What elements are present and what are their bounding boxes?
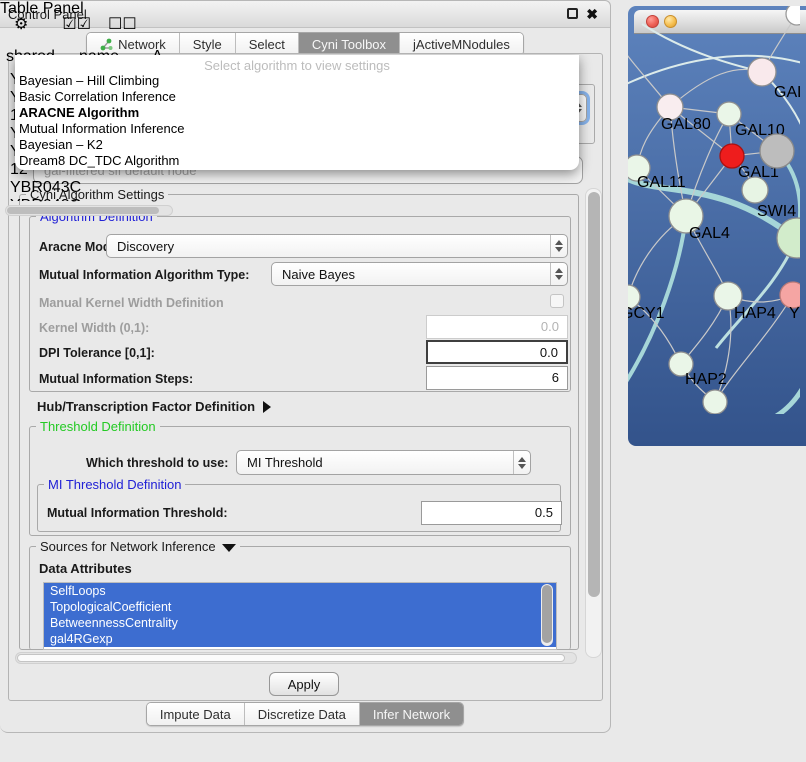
data-attributes-label: Data Attributes [39, 561, 132, 576]
aracne-mode-combobox[interactable]: Discovery [106, 234, 568, 258]
combo-stepper-icon [513, 451, 530, 474]
hub-factor-expander[interactable]: Hub/Transcription Factor Definition [37, 398, 271, 416]
tab-select[interactable]: Select [235, 33, 298, 55]
network-node-label: GCY1 [628, 305, 665, 322]
settings-vertical-scrollbar[interactable] [585, 188, 602, 658]
network-canvas[interactable]: GALGAL80GAL10GAL1GAL11SWI4GAL4GCY1HAP4YH… [628, 6, 800, 419]
table-settings-gear-icon[interactable]: ⚙ [14, 14, 28, 34]
float-window-icon[interactable] [567, 8, 578, 19]
algorithm-list-item[interactable]: Dream8 DC_TDC Algorithm [15, 153, 579, 169]
algorithm-dropdown-popup: Select algorithm to view settings Bayesi… [15, 55, 579, 170]
network-node-label: GAL11 [637, 174, 686, 191]
h-scrollbar-thumb[interactable] [17, 654, 565, 662]
expander-expanded-icon [222, 544, 236, 552]
table-cell: YBR043C [6, 179, 84, 197]
algorithm-list-item[interactable]: Bayesian – Hill Climbing [15, 73, 579, 89]
network-node-swi4[interactable] [742, 177, 768, 203]
network-node[interactable] [760, 134, 794, 168]
which-threshold-label: Which threshold to use: [86, 456, 228, 470]
network-edge[interactable] [642, 24, 762, 72]
control-panel-window: Control Panel ✖ Network Style Sel [0, 0, 611, 733]
mi-steps-label: Mutual Information Steps: [39, 372, 193, 386]
list-scrollbar[interactable] [541, 584, 553, 646]
network-node-label: GAL [774, 84, 800, 101]
network-node-label: SWI4 [757, 203, 796, 220]
bottom-tabbar: Impute Data Discretize Data Infer Networ… [0, 702, 610, 726]
mi-algorithm-type-combobox[interactable]: Naive Bayes [271, 262, 568, 286]
expander-collapsed-icon [263, 401, 271, 413]
network-node-label: Y [789, 305, 800, 322]
table-toolbar: ⚙ ☑☑ ☐☐ [14, 14, 154, 34]
manual-kernel-width-label: Manual Kernel Width Definition [39, 296, 224, 310]
data-attribute-item[interactable]: BetweennessCentrality [44, 615, 556, 631]
network-node[interactable] [703, 390, 727, 414]
combo-stepper-icon [550, 263, 567, 285]
dpi-tolerance-field[interactable]: 0.0 [426, 340, 568, 364]
tab-style[interactable]: Style [179, 33, 235, 55]
table-cell: YBR043C [6, 197, 84, 201]
select-all-checkboxes-icon[interactable]: ☑☑ [62, 14, 91, 34]
algorithm-list-item[interactable]: Mutual Information Inference [15, 121, 579, 137]
kernel-width-label: Kernel Width (0,1): [39, 321, 149, 335]
data-attribute-item[interactable]: gal4RGexp [44, 631, 556, 647]
mi-threshold-field[interactable]: 0.5 [421, 501, 562, 525]
tab-jactivemnodules[interactable]: jActiveMNodules [399, 33, 523, 55]
tab-infer-network[interactable]: Infer Network [359, 703, 463, 725]
tab-impute-data[interactable]: Impute Data [147, 703, 244, 725]
mi-algorithm-type-label: Mutual Information Algorithm Type: [39, 268, 249, 282]
mi-steps-field[interactable]: 6 [426, 366, 568, 390]
data-attribute-item[interactable]: SelfLoops [44, 583, 556, 599]
network-node-label: GAL4 [689, 225, 730, 242]
mi-threshold-label: Mutual Information Threshold: [47, 506, 228, 520]
network-node[interactable] [786, 6, 800, 25]
manual-kernel-width-checkbox[interactable] [550, 294, 564, 308]
dpi-tolerance-label: DPI Tolerance [0,1]: [39, 346, 155, 360]
which-threshold-combobox[interactable]: MI Threshold [236, 450, 531, 475]
threshold-definition-title: Threshold Definition [36, 419, 160, 434]
sources-group-title[interactable]: Sources for Network Inference [36, 539, 240, 554]
mi-threshold-title: MI Threshold Definition [44, 477, 185, 492]
data-attributes-list[interactable]: SelfLoopsTopologicalCoefficientBetweenne… [43, 582, 557, 650]
table-h-scrollbar-thumb[interactable] [7, 207, 159, 214]
table-row[interactable]: YBR043CYBR043C [6, 179, 174, 201]
network-node-gal[interactable] [748, 58, 776, 86]
application-window: Control Panel ✖ Network Style Sel [0, 0, 806, 762]
tab-discretize-data[interactable]: Discretize Data [244, 703, 359, 725]
algorithm-list-item[interactable]: Basic Correlation Inference [15, 89, 579, 105]
kernel-width-field[interactable]: 0.0 [426, 315, 568, 339]
data-attribute-item[interactable]: TopologicalCoefficient [44, 599, 556, 615]
network-node-label: HAP4 [734, 305, 776, 322]
table-horizontal-scrollbar[interactable] [5, 205, 173, 216]
dropdown-hint-text: Select algorithm to view settings [15, 55, 579, 73]
list-scrollbar-thumb[interactable] [542, 585, 552, 643]
network-node-label: GAL80 [661, 116, 711, 133]
tab-cyni-toolbox[interactable]: Cyni Toolbox [298, 33, 399, 55]
algorithm-list: Bayesian – Hill ClimbingBasic Correlatio… [15, 73, 579, 169]
network-graph: GALGAL80GAL10GAL1GAL11SWI4GAL4GCY1HAP4YH… [628, 6, 800, 414]
algorithm-list-item[interactable]: ARACNE Algorithm [15, 105, 579, 121]
close-icon[interactable]: ✖ [586, 8, 598, 20]
combo-stepper-icon [550, 235, 567, 257]
apply-button[interactable]: Apply [269, 672, 339, 696]
algorithm-list-item[interactable]: Bayesian – K2 [15, 137, 579, 153]
scrollbar-thumb[interactable] [588, 192, 600, 597]
settings-horizontal-scrollbar[interactable] [15, 652, 577, 664]
network-node-label: HAP2 [685, 371, 727, 388]
deselect-all-checkboxes-icon[interactable]: ☐☐ [108, 14, 137, 34]
network-view-window: GALGAL80GAL10GAL1GAL11SWI4GAL4GCY1HAP4YH… [628, 6, 806, 446]
cyni-toolbox-panel: gal-filtered sif default node Select alg… [8, 53, 603, 701]
